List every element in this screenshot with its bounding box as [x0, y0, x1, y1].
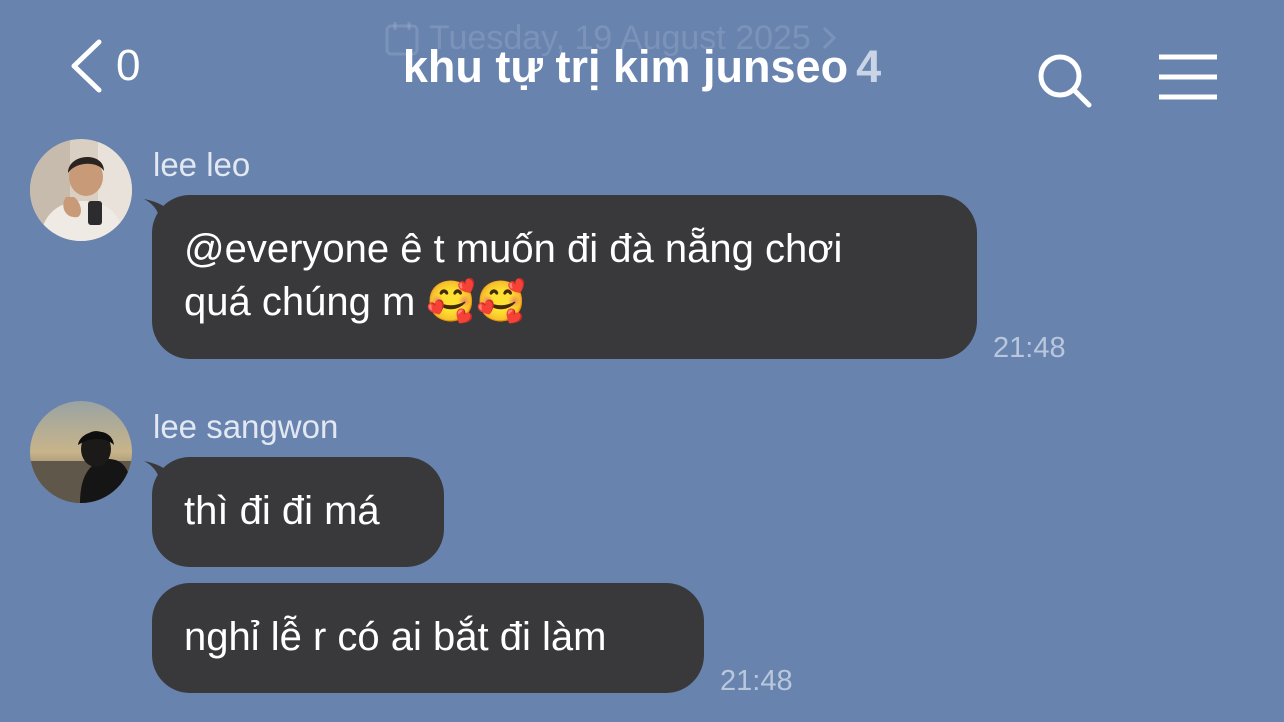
- sender-name: lee sangwon: [153, 408, 339, 445]
- message-text: thì đi đi má: [184, 489, 380, 533]
- search-icon: [1038, 54, 1092, 108]
- message-bubble[interactable]: thì đi đi má: [152, 457, 444, 567]
- message-text: @everyone ê t muốn đi đà nẵng chơi: [184, 227, 843, 271]
- menu-button[interactable]: [1157, 54, 1219, 105]
- hamburger-menu-icon: [1159, 54, 1217, 100]
- avatar-lee-leo[interactable]: [30, 139, 132, 241]
- chat-name: khu tự trị kim junseo: [402, 41, 849, 92]
- message-bubble[interactable]: nghỉ lễ r có ai bắt đi làm: [152, 583, 704, 693]
- message-text: quá chúng m 🥰🥰: [184, 280, 526, 324]
- sender-name: lee leo: [153, 146, 251, 183]
- search-button[interactable]: [1036, 52, 1094, 115]
- message-timestamp: 21:48: [993, 332, 1066, 364]
- message-text: nghỉ lễ r có ai bắt đi làm: [184, 615, 607, 659]
- message-timestamp: 21:48: [720, 665, 793, 697]
- profile-photo: [30, 401, 132, 503]
- message-bubble[interactable]: @everyone ê t muốn đi đà nẵng chơi quá c…: [152, 195, 977, 359]
- avatar-lee-sangwon[interactable]: [30, 401, 132, 503]
- profile-photo: [30, 139, 132, 241]
- member-count: 4: [856, 41, 882, 92]
